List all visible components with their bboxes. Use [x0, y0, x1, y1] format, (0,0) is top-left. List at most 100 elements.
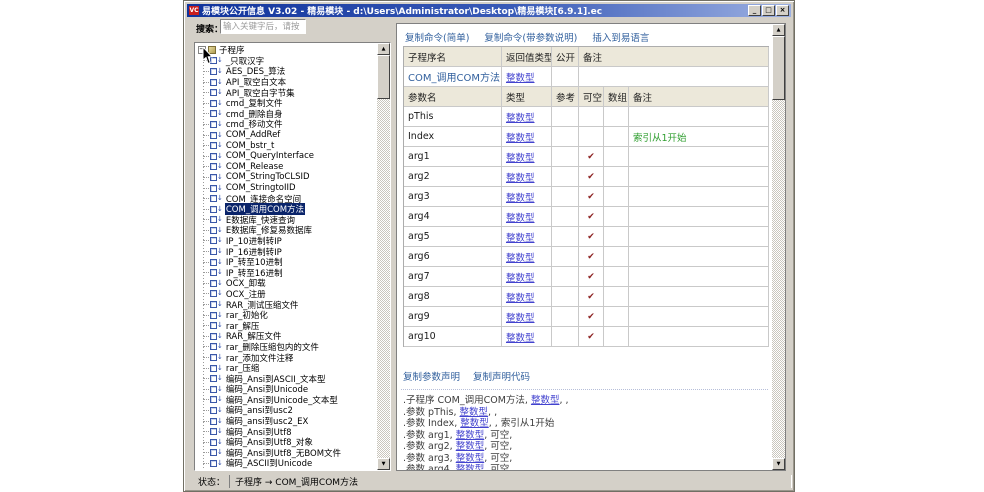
tree-item[interactable]: E数据库_修复易数据库 — [196, 225, 376, 236]
param-row: arg10 整数型 ✔ — [404, 327, 769, 347]
tree-item[interactable]: 编码_ASCII到Unicode — [196, 458, 376, 469]
param-note — [629, 327, 769, 347]
tree-item[interactable]: OCX_卸载 — [196, 278, 376, 289]
tree-item[interactable]: API_取空白字节集 — [196, 87, 376, 98]
copy-command-simple-link[interactable]: 复制命令(简单) — [405, 30, 469, 44]
tree-branch-line — [203, 463, 209, 464]
tree-item[interactable]: IP_转至16进制 — [196, 267, 376, 278]
panel-scrollbar[interactable] — [772, 24, 785, 470]
param-type-cell: 整数型 — [502, 287, 552, 307]
code-type-link[interactable]: 整数型 — [456, 441, 485, 452]
collapse-icon[interactable]: − — [198, 46, 206, 54]
insert-to-elang-link[interactable]: 插入到易语言 — [592, 30, 649, 44]
param-byref — [552, 127, 579, 147]
subroutine-icon — [210, 185, 217, 192]
down-arrow-icon — [217, 227, 223, 234]
maximize-button[interactable]: □ — [762, 5, 775, 16]
nullable-check-icon: ✔ — [579, 207, 604, 227]
tree-item[interactable]: COM_StringToCLSID — [196, 172, 376, 183]
tree-scrollbar[interactable] — [377, 43, 390, 470]
down-arrow-icon — [217, 174, 223, 181]
param-type-link[interactable]: 整数型 — [506, 330, 535, 344]
scroll-up-icon[interactable] — [377, 43, 390, 55]
param-type-cell: 整数型 — [502, 147, 552, 167]
return-type-link[interactable]: 整数型 — [506, 70, 535, 84]
param-type-link[interactable]: 整数型 — [506, 290, 535, 304]
tree-item[interactable]: IP_转至10进制 — [196, 257, 376, 268]
command-toolbar: 复制命令(简单) 复制命令(带参数说明) 插入到易语言 — [405, 30, 649, 44]
detail-panel: 复制命令(简单) 复制命令(带参数说明) 插入到易语言 子程序名 返回值类型 公… — [396, 23, 786, 471]
tree-item[interactable]: rar_解压 — [196, 320, 376, 331]
code-text-tail: , 可空, — [484, 464, 512, 470]
code-type-link[interactable]: 整数型 — [456, 464, 485, 470]
tree-item[interactable]: cmd_删除自身 — [196, 109, 376, 120]
param-row: arg3 整数型 ✔ — [404, 187, 769, 207]
param-row: arg8 整数型 ✔ — [404, 287, 769, 307]
search-input[interactable] — [220, 19, 306, 34]
tree-item[interactable]: rar_添加文件注释 — [196, 352, 376, 363]
tree-item[interactable]: COM_QueryInterface — [196, 151, 376, 162]
subroutine-tree: − 子程序 _只取汉字 AES_DES_算法 — [194, 42, 391, 471]
param-type-link[interactable]: 整数型 — [506, 310, 535, 324]
param-name: arg6 — [404, 247, 502, 267]
copy-declaration-code-link[interactable]: 复制声明代码 — [473, 369, 530, 383]
code-type-link[interactable]: 整数型 — [456, 430, 485, 441]
param-type-link[interactable]: 整数型 — [506, 250, 535, 264]
param-note: 索引从1开始 — [629, 127, 769, 147]
tree-branch-line — [203, 82, 209, 83]
tree-scrollbar-thumb[interactable] — [377, 55, 390, 99]
minimize-button[interactable]: _ — [748, 5, 761, 16]
tree-root[interactable]: − 子程序 — [196, 45, 376, 56]
subroutine-icon — [210, 57, 217, 64]
copy-param-declaration-link[interactable]: 复制参数声明 — [403, 369, 460, 383]
panel-scroll-up-icon[interactable] — [772, 24, 785, 36]
tree-item[interactable]: COM_Release — [196, 162, 376, 173]
tree-item[interactable]: IP_16进制转IP — [196, 246, 376, 257]
tree-item[interactable]: cmd_复制文件 — [196, 98, 376, 109]
param-name: arg5 — [404, 227, 502, 247]
subroutine-icon — [210, 206, 217, 213]
window-controls: _ □ × — [748, 5, 789, 16]
param-row: arg1 整数型 ✔ — [404, 147, 769, 167]
param-type-link[interactable]: 整数型 — [506, 110, 535, 124]
down-arrow-icon — [217, 195, 223, 202]
param-type-link[interactable]: 整数型 — [506, 190, 535, 204]
param-type-link[interactable]: 整数型 — [506, 210, 535, 224]
panel-scrollbar-thumb[interactable] — [772, 36, 785, 100]
param-row: pThis 整数型 — [404, 107, 769, 127]
param-type-link[interactable]: 整数型 — [506, 170, 535, 184]
scroll-down-icon[interactable] — [377, 458, 390, 470]
tree-item[interactable]: IP_10进制转IP — [196, 236, 376, 247]
tree-branch-line — [203, 92, 209, 93]
titlebar[interactable]: VC 易模块公开信息 V3.02 - 精易模块 - d:\Users\Admin… — [187, 4, 791, 17]
tree-branch-line — [203, 113, 209, 114]
tree-item[interactable]: cmd_移动文件 — [196, 119, 376, 130]
tree-item[interactable]: RAR_测试压缩文件 — [196, 299, 376, 310]
param-array — [604, 307, 629, 327]
down-arrow-icon — [217, 386, 223, 393]
close-button[interactable]: × — [776, 5, 789, 16]
tree-branch-line — [203, 336, 209, 337]
tree-branch-line — [203, 156, 209, 157]
panel-scroll-down-icon[interactable] — [772, 458, 785, 470]
nullable-check-icon: ✔ — [579, 187, 604, 207]
code-type-link[interactable]: 整数型 — [531, 395, 560, 406]
subroutine-name[interactable]: COM_调用COM方法 — [404, 67, 502, 87]
tree-item[interactable]: rar_初始化 — [196, 310, 376, 321]
code-type-link[interactable]: 整数型 — [460, 418, 489, 429]
param-row: arg4 整数型 ✔ — [404, 207, 769, 227]
copy-command-with-params-link[interactable]: 复制命令(带参数说明) — [484, 30, 577, 44]
tree-item[interactable]: COM_AddRef — [196, 130, 376, 141]
param-type-link[interactable]: 整数型 — [506, 270, 535, 284]
param-type-cell: 整数型 — [502, 207, 552, 227]
param-type-link[interactable]: 整数型 — [506, 150, 535, 164]
param-type-cell: 整数型 — [502, 267, 552, 287]
code-type-link[interactable]: 整数型 — [460, 407, 489, 418]
param-note — [629, 207, 769, 227]
param-type-link[interactable]: 整数型 — [506, 230, 535, 244]
param-type-link[interactable]: 整数型 — [506, 130, 535, 144]
code-type-link[interactable]: 整数型 — [456, 453, 485, 464]
code-text: .子程序 COM_调用COM方法, — [403, 395, 531, 406]
param-array — [604, 327, 629, 347]
tree-item[interactable]: COM_bstr_t — [196, 140, 376, 151]
